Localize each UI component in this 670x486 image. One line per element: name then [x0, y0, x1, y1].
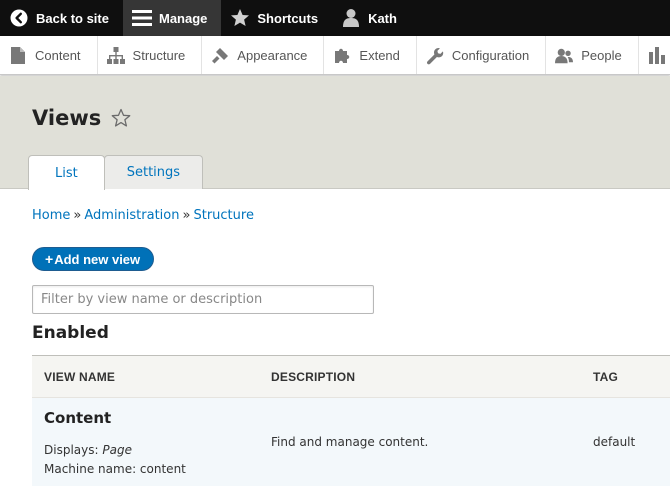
wrench-icon	[426, 47, 444, 65]
view-description: Find and manage content.	[271, 435, 429, 449]
enabled-section-title: Enabled	[32, 323, 109, 343]
filter-views-input[interactable]	[32, 285, 374, 314]
primary-tabs: List Settings	[28, 155, 204, 190]
view-tag: default	[593, 435, 636, 449]
file-icon	[9, 47, 27, 65]
tray-item-people[interactable]: People	[546, 36, 639, 74]
manage-label: Manage	[158, 10, 208, 26]
description-cell: Find and manage content.	[259, 397, 581, 486]
back-arrow-icon	[9, 8, 29, 28]
tray-label-content: Content	[35, 48, 81, 63]
add-new-view-button[interactable]: + Add new view	[32, 247, 155, 271]
breadcrumb-home[interactable]: Home	[32, 208, 70, 223]
page-title-text: Views	[32, 106, 102, 130]
hamburger-icon	[131, 8, 152, 28]
table-row: Content Displays: Page Machine name: con…	[32, 397, 670, 486]
displays-label: Displays:	[44, 443, 99, 457]
shortcuts-label: Shortcuts	[257, 10, 319, 26]
breadcrumb-administration[interactable]: Administration	[84, 208, 179, 223]
user-icon	[341, 8, 361, 28]
user-tab[interactable]: Kath	[332, 0, 411, 36]
breadcrumb-separator: »	[182, 208, 191, 223]
machine-name: Machine name: content	[44, 462, 186, 476]
tray-label-structure: Structure	[132, 48, 186, 63]
paint-roller-icon	[211, 47, 229, 65]
views-table: VIEW NAME DESCRIPTION TAG Content Displa…	[32, 355, 670, 486]
plus-icon: +	[45, 251, 54, 267]
user-label: Kath	[368, 10, 397, 26]
page-header-region: Views List Settings	[0, 76, 670, 190]
displays-value: Page	[102, 443, 132, 457]
tray-item-structure[interactable]: Structure	[98, 36, 203, 74]
sitemap-icon	[106, 47, 125, 65]
shortcuts-tab[interactable]: Shortcuts	[221, 0, 332, 36]
manage-tab[interactable]: Manage	[122, 0, 222, 36]
page-title: Views	[32, 106, 131, 130]
tray-label-people: People	[581, 48, 622, 63]
tray-label-appearance: Appearance	[237, 48, 308, 63]
tray-item-configuration[interactable]: Configuration	[417, 36, 547, 74]
tray-item-extend[interactable]: Extend	[324, 36, 417, 74]
tab-settings[interactable]: Settings	[103, 155, 204, 189]
header-description[interactable]: DESCRIPTION	[259, 355, 581, 398]
people-icon	[555, 47, 574, 65]
tray-item-reports[interactable]: R	[639, 36, 670, 74]
back-to-site-label: Back to site	[36, 10, 109, 26]
table-header-row: VIEW NAME DESCRIPTION TAG	[32, 355, 670, 398]
shortcut-star-icon[interactable]	[111, 108, 131, 128]
tray-label-extend: Extend	[359, 48, 400, 63]
tray-item-appearance[interactable]: Appearance	[202, 36, 325, 74]
admin-toolbar: Back to site Manage Shortcuts Kath	[0, 0, 670, 36]
tray-label-configuration: Configuration	[451, 48, 530, 63]
back-to-site-link[interactable]: Back to site	[0, 0, 123, 36]
breadcrumb-structure[interactable]: Structure	[193, 208, 253, 223]
header-tag[interactable]: TAG	[581, 355, 670, 398]
view-name-cell: Content Displays: Page Machine name: con…	[32, 397, 259, 486]
bar-chart-icon	[648, 47, 666, 65]
view-name: Content	[44, 409, 112, 427]
breadcrumb-separator: »	[73, 208, 82, 223]
tab-list[interactable]: List	[28, 155, 105, 190]
star-icon	[230, 8, 250, 28]
breadcrumb: Home» Administration» Structure	[32, 208, 254, 223]
admin-menu-tray: Content Structure Appearance Extend Conf…	[0, 36, 670, 75]
tag-cell: default	[581, 397, 670, 486]
add-new-view-label: Add new view	[54, 251, 141, 267]
header-view-name[interactable]: VIEW NAME	[32, 355, 259, 398]
puzzle-icon	[333, 47, 351, 65]
view-meta: Displays: Page Machine name: content	[44, 441, 247, 479]
tray-item-content[interactable]: Content	[0, 36, 98, 74]
